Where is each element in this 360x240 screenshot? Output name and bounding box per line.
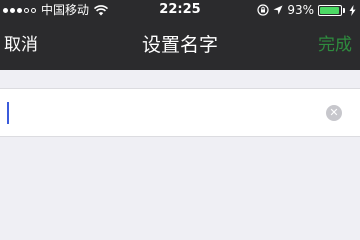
battery-icon: [318, 4, 342, 16]
charging-bolt-icon: [349, 4, 356, 16]
orientation-lock-icon: [257, 4, 269, 16]
status-bar-right: 93%: [257, 0, 356, 20]
battery-tip: [343, 7, 345, 13]
battery-percent: 93%: [287, 3, 314, 17]
battery-level-fill: [320, 6, 339, 14]
status-bar: 中国移动 22:25 93%: [0, 0, 360, 20]
name-field-row: ✕: [0, 88, 360, 137]
text-cursor: [7, 102, 9, 124]
page-title: 设置名字: [141, 34, 218, 56]
clear-circle-icon[interactable]: ✕: [326, 105, 342, 121]
done-button[interactable]: 完成: [318, 20, 352, 70]
navigation-bar: 取消 设置名字 完成: [0, 20, 360, 70]
location-arrow-icon: [273, 5, 283, 15]
name-input[interactable]: [6, 97, 316, 129]
